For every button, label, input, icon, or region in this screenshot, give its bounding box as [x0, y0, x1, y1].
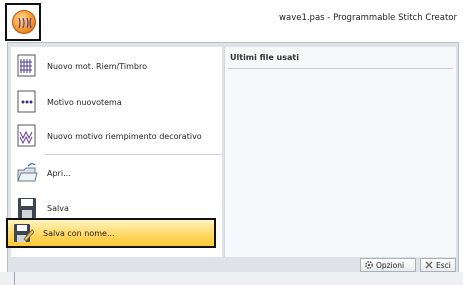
menu-item-new-motif[interactable]: Motivo nuovotema: [11, 85, 222, 119]
menu-item-new-decorative-fill[interactable]: Nuovo motivo riempimento decorativo: [11, 119, 222, 153]
menu-item-label: Salva: [47, 203, 69, 213]
menu-item-save-as[interactable]: Salva con nome...: [6, 218, 216, 248]
options-button[interactable]: Opzioni: [360, 258, 416, 272]
menu-item-label: Salva con nome...: [43, 228, 115, 238]
menu-item-label: Motivo nuovotema: [47, 97, 122, 107]
exit-label: Esci: [436, 260, 451, 270]
status-area: [0, 272, 463, 285]
save-icon: [16, 196, 38, 220]
recent-files-title: Ultimi file usati: [230, 53, 299, 62]
menu-item-label: Nuovo mot. Riem/Timbro: [47, 61, 147, 71]
menu-item-new-fill-stamp[interactable]: Nuovo mot. Riem/Timbro: [11, 49, 222, 83]
save-as-icon: [12, 221, 35, 245]
gear-icon: [365, 261, 373, 269]
divider: [14, 272, 15, 285]
application-menu-button[interactable]: [5, 3, 41, 41]
recent-files-divider: [228, 68, 453, 69]
window-title: wave1.pas - Programmable Stitch Creator: [279, 13, 457, 23]
recent-files-panel: Ultimi file usati: [224, 47, 456, 257]
options-label: Opzioni: [376, 260, 405, 270]
app-orb-icon: [12, 10, 36, 34]
new-fill-stamp-icon: [16, 54, 38, 78]
menu-separator: [45, 154, 222, 155]
open-folder-icon: [16, 161, 38, 185]
title-bar: wave1.pas - Programmable Stitch Creator: [0, 0, 463, 41]
new-motif-icon: [16, 90, 38, 114]
menu-item-label: Nuovo motivo riempimento decorativo: [47, 131, 202, 141]
exit-button[interactable]: Esci: [420, 258, 456, 272]
menu-item-label: Apri...: [47, 168, 71, 178]
menu-footer: Opzioni Esci: [8, 258, 458, 273]
new-decorative-fill-icon: [16, 124, 38, 148]
close-icon: [425, 261, 433, 269]
menu-item-open[interactable]: Apri...: [11, 156, 222, 190]
